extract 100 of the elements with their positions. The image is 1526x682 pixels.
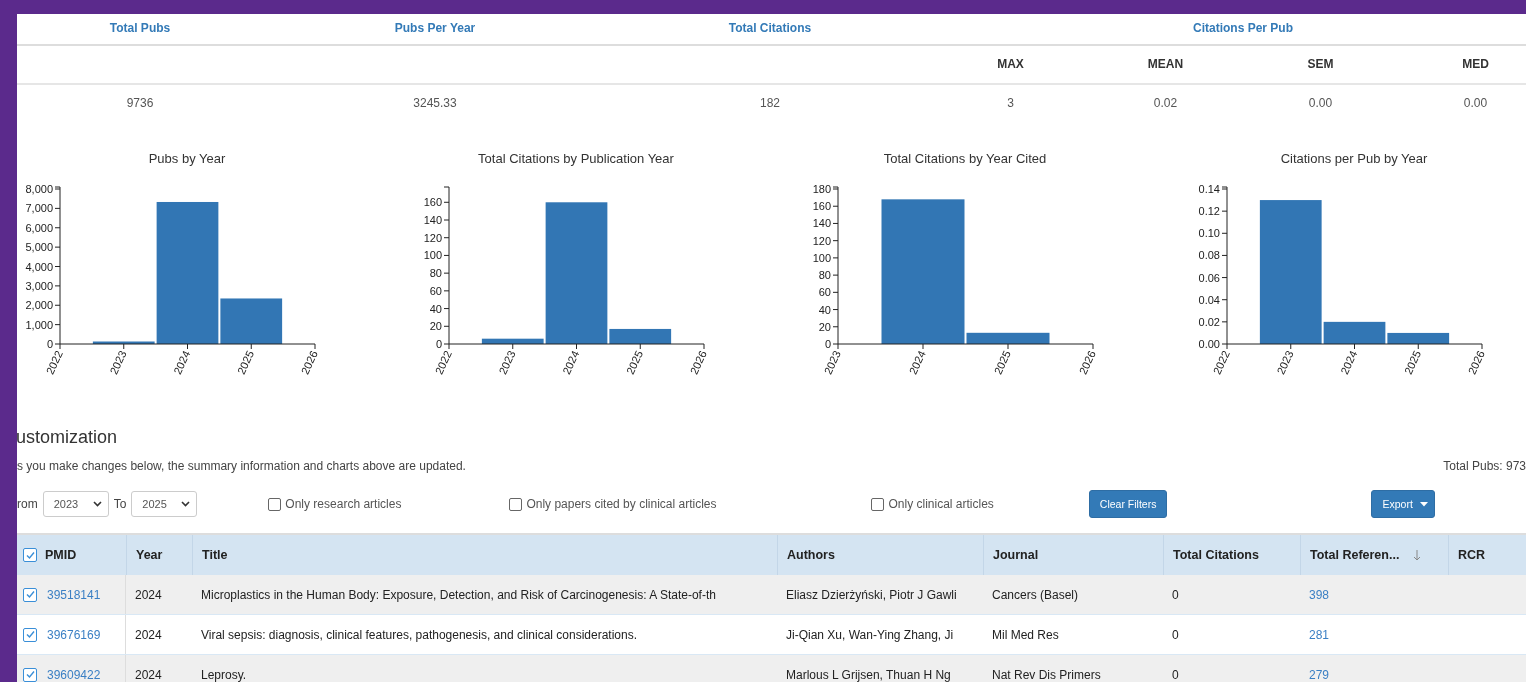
tick-label: 100 [423, 249, 442, 262]
description: s you make changes below, the summary information and charts above are updated. [17, 459, 466, 473]
tick-label: 100 [812, 251, 831, 264]
table-cell-text: Marlous L Grijsen, Thuan H Ng [785, 666, 952, 682]
tick-label: 2026 [1076, 348, 1098, 377]
tick-label: 0.12 [1198, 205, 1220, 218]
table-cell-text: Nat Rev Dis Primers [991, 666, 1102, 682]
stat-heading: MED [1461, 56, 1490, 73]
chart-title: Pubs by Year [148, 151, 226, 166]
tick-label: 2023 [1274, 348, 1296, 377]
tick-label: 40 [818, 303, 831, 316]
table-row[interactable]: 39518141 2024 Microplastics in the Human Body: Exposure, Detection, and Risk of Carcinogenesis: A State-of-th Eliasz Dzierżyński, Piotr J Gawli Cancers (Basel) 0 398 [17, 575, 1526, 615]
stat-value: 182 [759, 95, 781, 112]
tick-label: 2024 [1338, 348, 1360, 377]
stat-value: 0.02 [1152, 95, 1179, 112]
tick-label: 160 [423, 196, 442, 209]
stat-value: 9736 [125, 95, 155, 112]
tick-label: 0 [435, 338, 442, 350]
tick-label: 2025 [1401, 348, 1424, 377]
checkbox-label: Only clinical articles [888, 497, 994, 511]
stat-value: 3 [1006, 95, 1015, 112]
table-cell-text: Leprosy. [200, 666, 248, 682]
tick-label: 2025 [623, 348, 646, 377]
tick-label: 2026 [687, 348, 709, 377]
table-cell-text: 0 [1171, 586, 1180, 604]
clear-filters-button[interactable]: Clear Filters [1088, 490, 1168, 518]
table-row[interactable]: 39609422 2024 Leprosy. Marlous L Grijsen, Thuan H Ng Nat Rev Dis Primers 0 279 [17, 655, 1526, 682]
tick-label: 8,000 [25, 183, 53, 195]
references-link[interactable]: 281 [1309, 627, 1330, 642]
tick-label: 2026 [1465, 348, 1487, 377]
tick-label: 0.14 [1198, 183, 1220, 195]
year-select[interactable]: 2023 [42, 491, 109, 517]
tick-label: 0.00 [1198, 338, 1220, 350]
tick-label: 5,000 [25, 241, 53, 254]
tick-label: 160 [812, 200, 831, 213]
column-heading: Total Citations [607, 14, 933, 46]
pmid-link[interactable]: 39609422 [47, 667, 101, 682]
column-header[interactable]: PMID [17, 535, 126, 575]
tick-label: 60 [429, 284, 442, 297]
from-label: rom [17, 497, 38, 511]
tick-label: 140 [812, 217, 831, 230]
tick-label: 3,000 [25, 279, 53, 292]
tick-label: 40 [429, 302, 442, 315]
tick-label: 20 [818, 320, 831, 333]
tick-label: 0.02 [1198, 315, 1220, 328]
tick-label: 20 [429, 320, 442, 333]
tick-label: 2,000 [25, 299, 53, 312]
tick-label: 7,000 [25, 202, 53, 215]
tick-label: 2024 [906, 348, 928, 377]
tick-label: 0.10 [1198, 227, 1220, 240]
tick-label: 2022 [1210, 348, 1232, 377]
table-cell-text: Viral sepsis: diagnosis, clinical features, pathogenesis, and clinical considerations. [200, 626, 639, 644]
tick-label: 80 [429, 267, 442, 280]
table-cell-text: 2024 [134, 626, 163, 644]
tick-label: 0.06 [1198, 271, 1220, 284]
table-cell-text: Eliasz Dzierżyński, Piotr J Gawli [785, 586, 958, 604]
export-button[interactable]: Export [1371, 490, 1435, 518]
tick-label: 120 [812, 234, 831, 247]
tick-label: 0 [824, 338, 831, 350]
chart-title: Total Citations by Year Cited [883, 151, 1047, 166]
table-cell-text: Microplastics in the Human Body: Exposure, Detection, and Risk of Carcinogenesis: A State-of-th [200, 586, 717, 604]
year-select[interactable]: 2025 [131, 491, 198, 517]
tick-label: 2024 [560, 348, 582, 377]
tick-label: 2022 [43, 348, 65, 377]
chart-title: Total Citations by Publication Year [478, 151, 674, 166]
table-cell-text: 2024 [134, 586, 163, 604]
checkbox-label: Only research articles [285, 497, 402, 511]
total-pubs: Total Pubs: 973 [1443, 459, 1526, 473]
tick-label: 2023 [496, 348, 518, 377]
column-heading: Total Pubs [17, 14, 263, 46]
tick-label: 0 [46, 338, 53, 350]
stat-heading: SEM [1306, 56, 1335, 73]
tick-label: 6,000 [25, 221, 53, 234]
tick-label: 2023 [821, 348, 843, 377]
table-cell-text: Cancers (Basel) [991, 586, 1080, 604]
to-label: To [113, 497, 127, 511]
stat-heading: MAX [996, 56, 1025, 73]
references-link[interactable]: 279 [1309, 667, 1330, 682]
tick-label: 120 [423, 231, 442, 244]
column-heading: Pubs Per Year [263, 14, 607, 46]
references-link[interactable]: 398 [1309, 587, 1330, 602]
checkbox-label: Only papers cited by clinical articles [526, 497, 717, 511]
table-cell-text: 0 [1171, 666, 1180, 682]
section-heading: ustomization [17, 427, 119, 449]
table-cell-text: 2024 [134, 666, 163, 682]
tick-label: 1,000 [25, 318, 53, 331]
tick-label: 2023 [107, 348, 129, 377]
tick-label: 2024 [171, 348, 193, 377]
column-heading: Citations Per Pub [933, 14, 1526, 46]
pmid-link[interactable]: 39676169 [47, 627, 101, 642]
tick-label: 2022 [432, 348, 454, 377]
pmid-link[interactable]: 39518141 [47, 587, 101, 602]
tick-label: 0.04 [1198, 293, 1220, 306]
tick-label: 80 [818, 269, 831, 282]
table-cell-text: Mil Med Res [991, 626, 1060, 644]
stat-heading: MEAN [1146, 56, 1185, 73]
stat-value: 3245.33 [412, 95, 458, 112]
tick-label: 60 [818, 286, 831, 299]
table-row[interactable]: 39676169 2024 Viral sepsis: diagnosis, clinical features, pathogenesis, and clinical considerations. Ji-Qian Xu, Wan-Ying Zhang, Ji Mil Med Res 0 281 [17, 615, 1526, 655]
tick-label: 2026 [298, 348, 320, 377]
